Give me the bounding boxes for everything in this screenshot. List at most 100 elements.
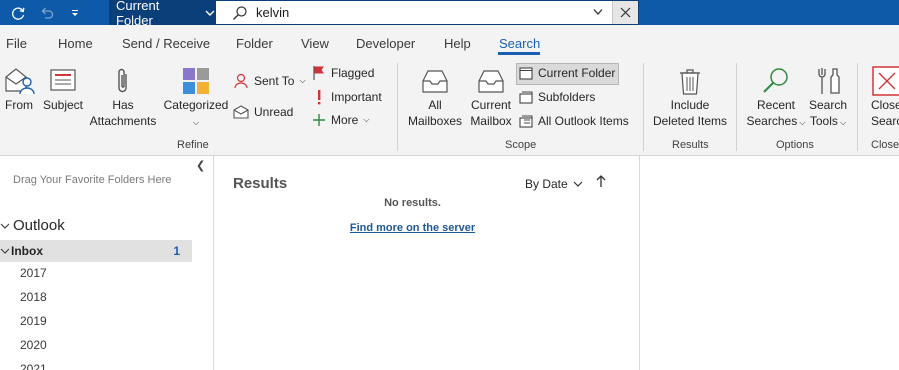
- recent-searches-label-2: Searches: [746, 114, 798, 128]
- flag-icon: [313, 66, 324, 80]
- recent-searches-label-1: Recent: [756, 98, 796, 112]
- tab-home[interactable]: Home: [58, 36, 93, 51]
- include-deleted-label-1: Include: [670, 98, 710, 112]
- chevron-down-icon: [205, 10, 215, 16]
- search-tools-button[interactable]: Search Tools ⌵: [806, 65, 850, 131]
- send-receive-icon[interactable]: [6, 0, 30, 25]
- subject-button[interactable]: Subject: [42, 65, 84, 113]
- all-outlook-items-button[interactable]: All Outlook Items: [519, 114, 629, 128]
- current-mailbox-button[interactable]: Current Mailbox: [466, 65, 516, 129]
- has-attachments-label-1: Has: [112, 98, 134, 112]
- clear-search-button[interactable]: [612, 1, 638, 24]
- no-results-message: No results.: [384, 197, 441, 209]
- chevron-down-icon: [573, 181, 583, 187]
- account-header[interactable]: Outlook: [0, 217, 65, 234]
- current-folder-label: Current Folder: [538, 66, 616, 80]
- search-input[interactable]: kelvin: [256, 5, 289, 20]
- tab-view[interactable]: View: [301, 36, 329, 51]
- subfolders-icon: [519, 91, 533, 104]
- more-button[interactable]: More ⌵: [312, 113, 369, 127]
- sent-to-button[interactable]: Sent To ⌵: [233, 73, 306, 89]
- folder-item[interactable]: 2018: [20, 290, 47, 304]
- categorized-button[interactable]: Categorized ⌵: [160, 65, 232, 131]
- current-mailbox-label-1: Current: [470, 98, 511, 112]
- folder-pane: ❮ Drag Your Favorite Folders Here Outloo…: [0, 156, 214, 370]
- chevron-down-icon: ⌵: [837, 118, 847, 127]
- search-scope-dropdown[interactable]: Current Folder: [109, 0, 215, 28]
- find-more-on-server-link[interactable]: Find more on the server: [215, 222, 610, 234]
- close-search-label-2: Search: [871, 114, 899, 128]
- from-button[interactable]: From: [2, 65, 36, 113]
- search-dropdown-icon[interactable]: [592, 7, 604, 17]
- arrow-up-icon: [596, 175, 606, 187]
- folder-item-inbox[interactable]: Inbox 1: [0, 240, 192, 262]
- results-group-label: Results: [672, 139, 709, 151]
- tab-developer[interactable]: Developer: [356, 36, 415, 51]
- has-attachments-button[interactable]: Has Attachments: [86, 65, 160, 129]
- tab-folder[interactable]: Folder: [236, 36, 273, 51]
- all-outlook-items-label: All Outlook Items: [538, 114, 629, 128]
- title-bar: Current Folder kelvin: [0, 0, 899, 28]
- important-icon: [318, 90, 321, 105]
- refine-group-label: Refine: [177, 139, 209, 151]
- paperclip-icon: [118, 68, 127, 93]
- chevron-down-icon: [0, 223, 10, 229]
- chevron-down-icon: ⌵: [192, 118, 200, 127]
- current-folder-button[interactable]: Current Folder: [519, 66, 615, 80]
- customize-qat-icon[interactable]: [66, 0, 84, 25]
- undo-icon[interactable]: [35, 0, 59, 25]
- subfolders-button[interactable]: Subfolders: [519, 90, 595, 104]
- group-separator: [643, 63, 644, 151]
- unread-button[interactable]: Unread: [233, 105, 293, 119]
- search-tools-icon: [818, 68, 840, 94]
- folder-icon: [519, 66, 533, 80]
- flagged-button[interactable]: Flagged: [312, 65, 374, 81]
- important-label: Important: [331, 90, 382, 104]
- account-name: Outlook: [13, 217, 65, 234]
- close-search-button[interactable]: Close Search: [867, 65, 899, 129]
- inbox-tray-icon: [422, 70, 448, 93]
- tab-search[interactable]: Search: [499, 36, 540, 51]
- scope-group-label: Scope: [505, 139, 537, 151]
- ribbon-tabs: File Home Send / Receive Folder View Dev…: [0, 25, 899, 59]
- folder-item[interactable]: 2017: [20, 266, 47, 280]
- all-items-icon: [519, 115, 533, 128]
- from-label: From: [5, 98, 33, 112]
- important-button[interactable]: Important: [312, 89, 382, 105]
- folder-item[interactable]: 2020: [20, 338, 47, 352]
- tab-send-receive[interactable]: Send / Receive: [122, 36, 210, 51]
- search-tools-label-2: Tools: [809, 114, 838, 128]
- envelope-icon: [233, 105, 249, 119]
- more-label: More: [331, 113, 359, 127]
- close-search-label-1: Close: [871, 98, 899, 112]
- sort-by-label: By Date: [525, 177, 568, 191]
- favorites-drop-hint: Drag Your Favorite Folders Here: [13, 174, 172, 186]
- chevron-down-icon: [0, 248, 10, 254]
- active-tab-indicator: [498, 52, 540, 55]
- unread-label: Unread: [254, 105, 294, 119]
- subfolders-label: Subfolders: [538, 90, 596, 104]
- sort-direction-button[interactable]: [595, 174, 607, 191]
- recent-searches-button[interactable]: Recent Searches ⌵: [744, 65, 808, 131]
- sent-to-label: Sent To: [254, 74, 295, 88]
- search-box[interactable]: kelvin: [215, 0, 639, 25]
- folder-item[interactable]: 2019: [20, 314, 47, 328]
- subject-label: Subject: [42, 98, 84, 112]
- has-attachments-label-2: Attachments: [89, 114, 157, 128]
- inbox-tray-icon: [478, 70, 504, 93]
- sort-by-dropdown[interactable]: By Date: [525, 177, 583, 191]
- categorize-icon: [183, 68, 209, 94]
- tab-file[interactable]: File: [6, 36, 27, 51]
- include-deleted-items-button[interactable]: Include Deleted Items: [650, 65, 730, 129]
- results-pane: Results By Date No results. Find more on…: [215, 156, 640, 370]
- plus-icon: [313, 114, 325, 126]
- chevron-down-icon: ⌵: [797, 118, 806, 127]
- tab-help[interactable]: Help: [444, 36, 471, 51]
- inbox-label: Inbox: [11, 244, 43, 258]
- all-mailboxes-button[interactable]: All Mailboxes: [406, 65, 464, 129]
- all-mailboxes-label-1: All: [428, 98, 442, 112]
- categorized-label: Categorized: [163, 98, 229, 112]
- folder-item[interactable]: 2021: [20, 362, 47, 370]
- collapse-pane-icon[interactable]: ❮: [196, 159, 205, 172]
- group-separator: [736, 63, 737, 151]
